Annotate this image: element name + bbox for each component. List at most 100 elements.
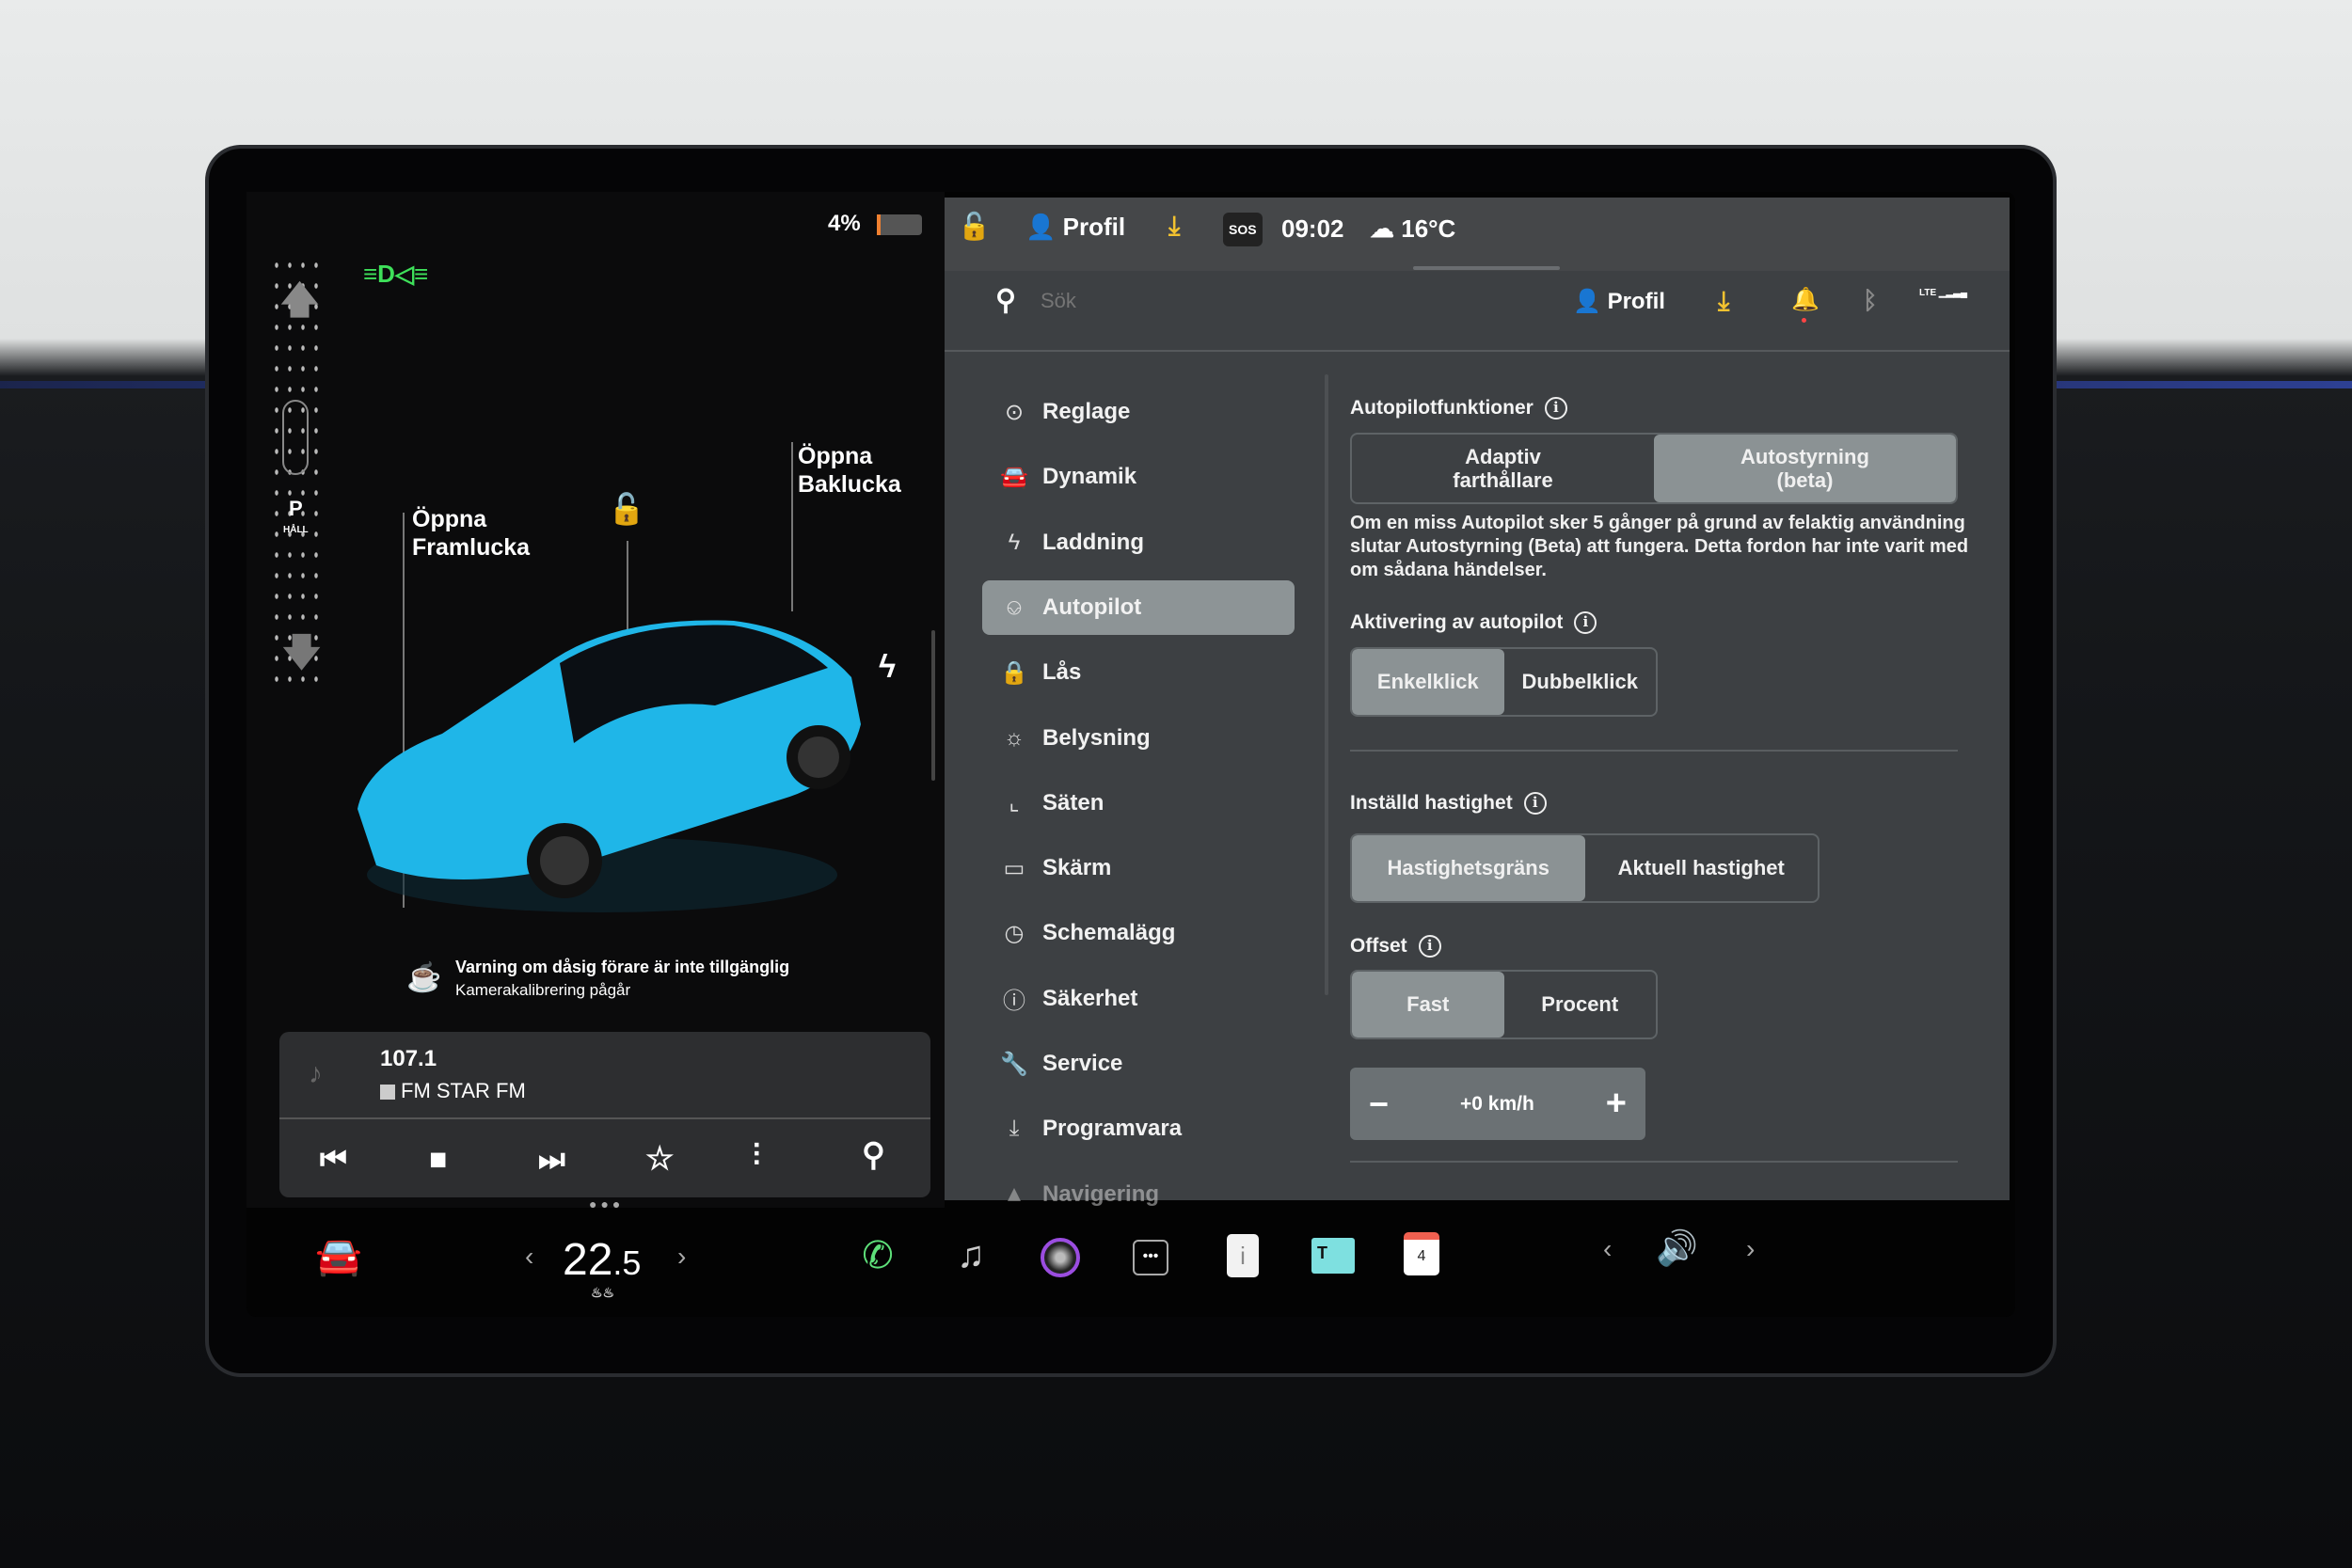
menu-item-label: Belysning	[1042, 724, 1151, 751]
bluetooth-icon[interactable]: ᛒ	[1863, 286, 1878, 315]
option-adaptive-cruise[interactable]: Adaptiv farthållare	[1352, 435, 1654, 502]
info-icon[interactable]: i	[1418, 935, 1441, 958]
menu-scrollbar[interactable]	[1325, 374, 1328, 995]
menu-item-autopilot[interactable]: ⎉ Autopilot	[982, 579, 1295, 635]
notification-bell-icon[interactable]: 🔔	[1791, 286, 1820, 323]
info-icon[interactable]: i	[1523, 792, 1547, 815]
car-icon[interactable]: 🚘	[310, 1234, 367, 1278]
lte-signal-icon: LTE ▁▂▃▄	[1919, 288, 1968, 298]
menu-item-service[interactable]: 🔧 Service	[982, 1037, 1295, 1091]
option-percent[interactable]: Procent	[1504, 972, 1657, 1037]
menu-item-dynamik[interactable]: 🚘 Dynamik	[982, 450, 1295, 504]
previous-track-button[interactable]: ⏮	[320, 1142, 347, 1178]
menu-item-label: Reglage	[1042, 399, 1131, 424]
unlock-icon[interactable]: 🔓	[608, 491, 645, 527]
option-double-click[interactable]: Dubbelklick	[1504, 649, 1657, 715]
volume-up-chevron[interactable]: ›	[1746, 1234, 1755, 1264]
menu-item-schemalägg[interactable]: ◷ Schemalägg	[982, 906, 1295, 960]
cabin-temperature[interactable]: 22.5	[563, 1234, 641, 1286]
trunk-leader-line	[791, 442, 793, 611]
autopilot-description: Om en miss Autopilot sker 5 gånger på gr…	[1350, 513, 1969, 580]
favorite-star-button[interactable]: ☆	[645, 1140, 674, 1178]
offset-selector: Fast Procent	[1350, 970, 1658, 1039]
menu-item-label: Dynamik	[1042, 464, 1137, 490]
autopilot-features-selector: Adaptiv farthållare Autostyrning (beta)	[1350, 433, 1958, 504]
menu-item-skärm[interactable]: ▭ Skärm	[982, 841, 1295, 895]
stop-button[interactable]: ■	[429, 1142, 447, 1177]
car-icon: 🚘	[1000, 464, 1028, 490]
option-speed-limit[interactable]: Hastighetsgräns	[1352, 835, 1585, 901]
seat-heater-icon[interactable]: ♨♨	[591, 1285, 614, 1301]
page-dots[interactable]: ●●●	[589, 1196, 624, 1212]
alert-icon: ⓘ	[1003, 989, 1025, 1015]
more-apps-icon[interactable]: •••	[1133, 1240, 1168, 1275]
option-autosteer[interactable]: Autostyrning (beta)	[1654, 435, 1956, 502]
menu-item-programvara[interactable]: ⤓ Programvara	[982, 1101, 1295, 1156]
toybox-app-icon[interactable]: T	[1311, 1238, 1355, 1274]
cloud-icon: ☁	[1370, 214, 1394, 243]
info-icon[interactable]: i	[1544, 397, 1567, 420]
drive-up-arrow-icon[interactable]: 🡅	[280, 273, 319, 337]
decrease-button[interactable]: −	[1369, 1085, 1389, 1124]
media-progress-bar[interactable]	[279, 1117, 930, 1119]
header-profile[interactable]: 👤 Profil	[1573, 288, 1665, 315]
drag-handle[interactable]	[1413, 266, 1560, 270]
open-frunk-button[interactable]: Öppna Framlucka	[412, 505, 530, 562]
option-single-click[interactable]: Enkelklick	[1352, 649, 1504, 715]
menu-item-label: Laddning	[1042, 529, 1144, 555]
calendar-app-icon[interactable]: 4	[1404, 1232, 1439, 1275]
gear-hold: HÅLL	[283, 525, 309, 535]
info-icon[interactable]: i	[1574, 611, 1597, 634]
option-current-speed[interactable]: Aktuell hastighet	[1585, 835, 1819, 901]
lock-status-icon[interactable]: 🔓	[958, 211, 991, 242]
menu-item-lås[interactable]: 🔒 Lås	[982, 645, 1295, 700]
menu-item-navigering[interactable]: ▲ Navigering	[982, 1167, 1295, 1222]
car-image[interactable]	[339, 593, 866, 922]
search-icon: ⚲	[995, 285, 1016, 316]
reverse-down-arrow-icon[interactable]: 🡇	[282, 626, 321, 689]
menu-item-laddning[interactable]: ϟ Laddning	[982, 515, 1295, 570]
temp-down-chevron[interactable]: ‹	[525, 1242, 533, 1272]
volume-speaker-icon[interactable]: 🔊	[1656, 1228, 1698, 1268]
section-divider	[1350, 1161, 1958, 1163]
music-app-icon[interactable]: ♫	[943, 1234, 999, 1276]
radio-frequency: 107.1	[380, 1046, 437, 1071]
menu-item-säten[interactable]: ⌞ Säten	[982, 776, 1295, 831]
sos-button[interactable]: SOS	[1223, 213, 1263, 246]
activation-title: Aktivering av autopilot i	[1350, 611, 1597, 634]
features-title: Autopilotfunktioner i	[1350, 397, 1567, 420]
camera-app-icon[interactable]	[1041, 1238, 1080, 1277]
menu-item-label: Säkerhet	[1042, 985, 1138, 1011]
seat-icon: ⌞	[1009, 790, 1020, 816]
charge-port-bolt-icon[interactable]: ϟ	[879, 649, 896, 686]
warning-subtitle: Kamerakalibrering pågår	[455, 981, 631, 999]
status-profile[interactable]: 👤 Profil	[1025, 213, 1125, 242]
set-speed-selector: Hastighetsgräns Aktuell hastighet	[1350, 833, 1820, 903]
next-track-button[interactable]: ⏭	[538, 1142, 565, 1178]
clock: 09:02	[1281, 214, 1344, 243]
toggle-icon: ⊙	[1004, 399, 1025, 425]
software-update-icon[interactable]: ⤓	[1718, 286, 1729, 317]
media-search-button[interactable]: ⚲	[862, 1136, 885, 1174]
manual-app-icon[interactable]: i	[1227, 1234, 1259, 1277]
display-icon: ▭	[1003, 855, 1025, 881]
panel-resize-handle[interactable]	[931, 630, 935, 781]
menu-item-säkerhet[interactable]: ⓘ Säkerhet	[982, 972, 1295, 1026]
person-icon: 👤	[1025, 213, 1057, 241]
phone-icon[interactable]: ✆	[850, 1234, 906, 1277]
download-icon[interactable]: ⤓	[1168, 211, 1180, 242]
station-logo-icon	[380, 1085, 395, 1100]
steering-wheel-icon: ⎉	[1005, 594, 1024, 620]
option-fixed[interactable]: Fast	[1352, 972, 1504, 1037]
increase-button[interactable]: +	[1606, 1084, 1627, 1124]
search-input[interactable]	[1041, 284, 1511, 318]
open-trunk-button[interactable]: Öppna Baklucka	[798, 442, 901, 499]
menu-item-reglage[interactable]: ⊙ Reglage	[982, 385, 1295, 439]
menu-item-label: Autopilot	[1042, 594, 1142, 620]
headlight-icon: ≡D◁≡	[363, 260, 429, 288]
volume-down-chevron[interactable]: ‹	[1603, 1234, 1612, 1264]
equalizer-button[interactable]: ⫶	[753, 1138, 760, 1174]
car-top-view-icon	[282, 400, 309, 475]
menu-item-belysning[interactable]: ☼ Belysning	[982, 711, 1295, 766]
temp-up-chevron[interactable]: ›	[677, 1242, 686, 1272]
